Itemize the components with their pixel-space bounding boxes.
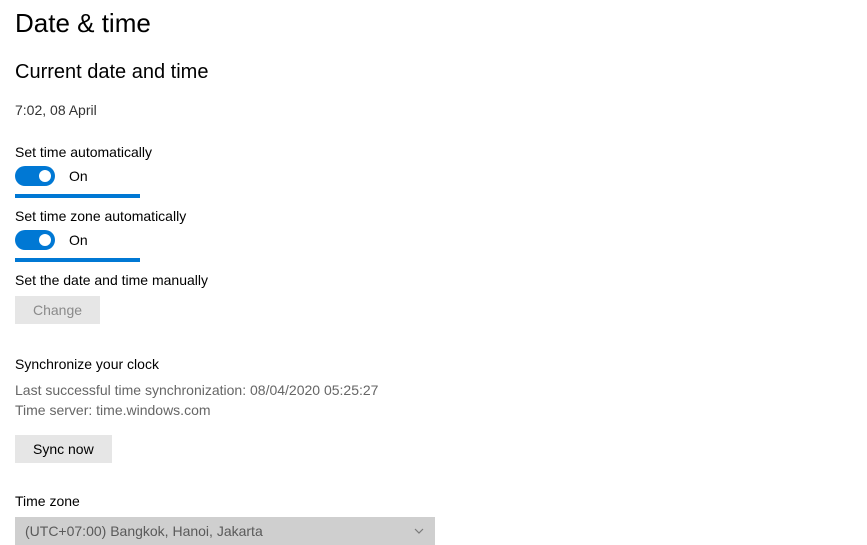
timezone-label: Time zone — [15, 493, 852, 509]
timezone-dropdown: (UTC+07:00) Bangkok, Hanoi, Jakarta — [15, 517, 435, 545]
sync-last-success: Last successful time synchronization: 08… — [15, 380, 852, 400]
page-title: Date & time — [15, 8, 852, 39]
set-time-auto-state: On — [69, 168, 88, 184]
sync-time-server: Time server: time.windows.com — [15, 400, 852, 420]
set-manual-label: Set the date and time manually — [15, 272, 852, 288]
sync-heading: Synchronize your clock — [15, 356, 852, 372]
set-time-auto-toggle[interactable] — [15, 166, 55, 186]
change-button: Change — [15, 296, 100, 324]
set-zone-auto-toggle[interactable] — [15, 230, 55, 250]
underline-bar — [15, 194, 140, 198]
toggle-knob-icon — [39, 234, 51, 246]
sync-now-button[interactable]: Sync now — [15, 435, 112, 463]
current-datetime-value: 7:02, 08 April — [15, 102, 852, 118]
timezone-selected: (UTC+07:00) Bangkok, Hanoi, Jakarta — [25, 523, 263, 539]
set-time-auto-label: Set time automatically — [15, 144, 852, 160]
underline-bar — [15, 258, 140, 262]
chevron-down-icon — [413, 525, 425, 537]
set-zone-auto-label: Set time zone automatically — [15, 208, 852, 224]
set-zone-auto-state: On — [69, 232, 88, 248]
current-datetime-heading: Current date and time — [15, 61, 852, 84]
toggle-knob-icon — [39, 170, 51, 182]
